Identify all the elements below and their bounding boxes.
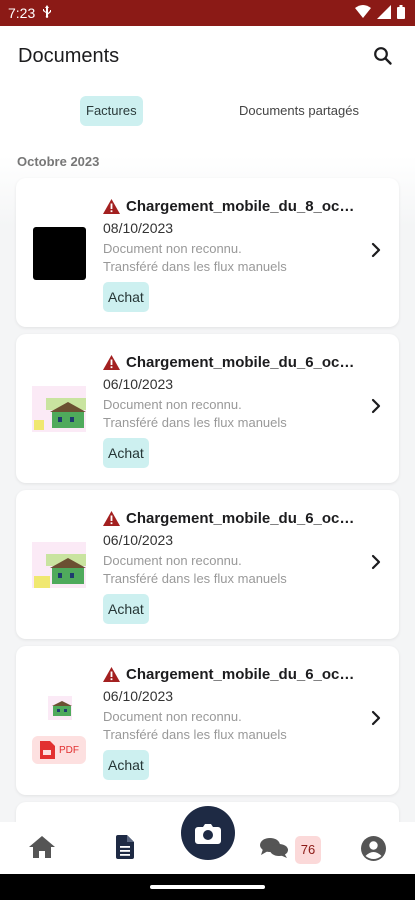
document-tag: Achat bbox=[103, 750, 149, 780]
document-status-line: Transféré dans les flux manuels bbox=[103, 259, 287, 274]
chevron-right-icon bbox=[371, 710, 381, 726]
user-account-icon bbox=[361, 836, 386, 861]
pdf-badge: PDF bbox=[32, 736, 86, 764]
chevron-right-icon bbox=[371, 242, 381, 258]
wifi-icon bbox=[355, 5, 371, 21]
document-thumbnail bbox=[48, 694, 72, 722]
document-card[interactable]: PDF Chargement_mobile_du_6_oc… 06/10/202… bbox=[16, 646, 399, 795]
document-title: Chargement_mobile_du_6_oc… bbox=[126, 510, 355, 527]
document-status-line: Transféré dans les flux manuels bbox=[103, 415, 287, 430]
nav-home[interactable] bbox=[29, 836, 55, 863]
document-status-line: Transféré dans les flux manuels bbox=[103, 727, 287, 742]
document-date: 06/10/2023 bbox=[103, 688, 174, 704]
camera-icon bbox=[195, 824, 221, 844]
camera-button[interactable] bbox=[181, 806, 235, 860]
document-date: 08/10/2023 bbox=[103, 220, 174, 236]
house-image-icon bbox=[48, 696, 72, 720]
document-card[interactable]: Chargement_mobile_du_6_oc… 06/10/2023 Do… bbox=[16, 490, 399, 639]
document-status: Document non reconnu. Transféré dans les… bbox=[103, 552, 287, 588]
nav-profile[interactable] bbox=[361, 836, 386, 866]
document-title: Chargement_mobile_du_6_oc… bbox=[126, 666, 355, 683]
document-status: Document non reconnu. Transféré dans les… bbox=[103, 240, 287, 276]
warning-icon bbox=[103, 667, 120, 682]
chevron-right-icon bbox=[371, 398, 381, 414]
app-screen: Documents Factures Documents partagés Oc… bbox=[0, 26, 415, 842]
document-date: 06/10/2023 bbox=[103, 532, 174, 548]
nav-messages[interactable] bbox=[260, 837, 288, 864]
document-title-row: Chargement_mobile_du_8_oc… bbox=[103, 198, 365, 215]
document-thumbnail bbox=[32, 540, 86, 592]
tab-bar: Factures Documents partagés bbox=[0, 94, 415, 128]
document-status-line: Document non reconnu. bbox=[103, 553, 242, 568]
document-title-row: Chargement_mobile_du_6_oc… bbox=[103, 666, 365, 683]
document-title: Chargement_mobile_du_8_oc… bbox=[126, 198, 355, 215]
document-thumbnail bbox=[32, 384, 86, 436]
warning-icon bbox=[103, 511, 120, 526]
document-status-line: Document non reconnu. bbox=[103, 709, 242, 724]
document-status-line: Document non reconnu. bbox=[103, 397, 242, 412]
home-icon bbox=[29, 836, 55, 858]
document-tag: Achat bbox=[103, 594, 149, 624]
nav-documents[interactable] bbox=[116, 835, 134, 864]
chevron-right-icon bbox=[371, 554, 381, 570]
status-time: 7:23 bbox=[8, 5, 36, 21]
tab-factures[interactable]: Factures bbox=[80, 96, 143, 126]
header: Documents bbox=[0, 26, 415, 86]
warning-icon bbox=[103, 355, 120, 370]
pdf-file-icon bbox=[40, 741, 55, 759]
document-tag: Achat bbox=[103, 282, 149, 312]
document-status-line: Transféré dans les flux manuels bbox=[103, 571, 287, 586]
document-card[interactable]: Chargement_mobile_du_8_oc… 08/10/2023 Do… bbox=[16, 178, 399, 327]
warning-icon bbox=[103, 199, 120, 214]
section-label-month: Octobre 2023 bbox=[17, 154, 100, 169]
house-image-icon bbox=[32, 386, 86, 432]
page-title: Documents bbox=[18, 44, 120, 67]
document-thumbnail bbox=[33, 227, 86, 280]
signal-icon bbox=[377, 4, 391, 22]
document-status: Document non reconnu. Transféré dans les… bbox=[103, 396, 287, 432]
system-gesture-bar bbox=[0, 874, 415, 900]
document-card[interactable]: Chargement_mobile_du_6_oc… 06/10/2023 Do… bbox=[16, 334, 399, 483]
document-title-row: Chargement_mobile_du_6_oc… bbox=[103, 354, 365, 371]
document-title: Chargement_mobile_du_6_oc… bbox=[126, 354, 355, 371]
house-image-icon bbox=[32, 542, 86, 588]
messages-count-badge: 76 bbox=[295, 836, 321, 864]
battery-icon bbox=[397, 4, 405, 22]
status-bar: 7:23 bbox=[0, 0, 415, 26]
chat-bubbles-icon bbox=[260, 838, 288, 858]
tab-documents-partages[interactable]: Documents partagés bbox=[233, 96, 365, 126]
search-icon bbox=[374, 47, 392, 65]
document-status-line: Document non reconnu. bbox=[103, 241, 242, 256]
document-tag: Achat bbox=[103, 438, 149, 468]
usb-icon bbox=[43, 5, 52, 21]
home-gesture-handle[interactable] bbox=[150, 885, 265, 889]
document-status: Document non reconnu. Transféré dans les… bbox=[103, 708, 287, 744]
document-date: 06/10/2023 bbox=[103, 376, 174, 392]
document-title-row: Chargement_mobile_du_6_oc… bbox=[103, 510, 365, 527]
pdf-label: PDF bbox=[59, 744, 79, 756]
search-button[interactable] bbox=[369, 42, 397, 70]
document-icon bbox=[116, 835, 134, 859]
